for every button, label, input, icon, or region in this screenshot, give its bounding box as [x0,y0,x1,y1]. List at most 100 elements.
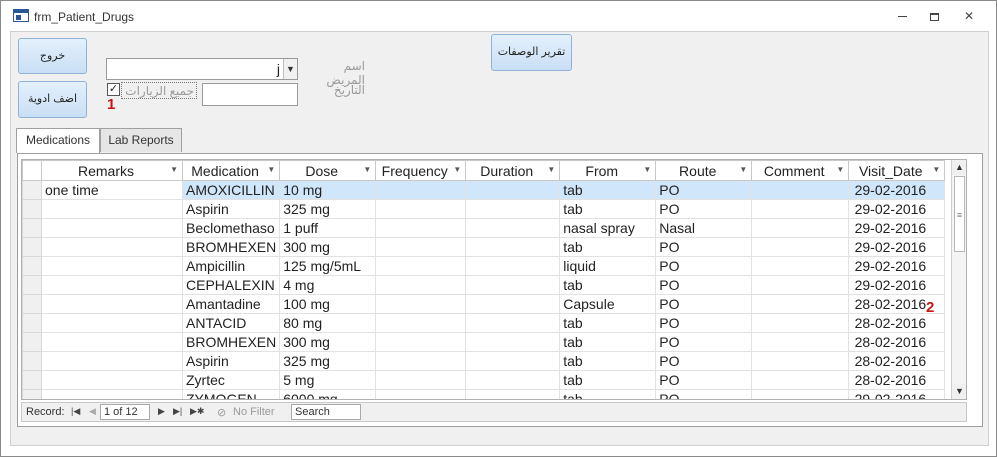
patient-name-combo[interactable]: j ▼ [106,58,298,80]
search-input[interactable]: Search [291,404,361,420]
cell-from[interactable]: tab [559,237,657,257]
cell-frequency[interactable] [375,218,467,238]
cell-duration[interactable] [465,294,561,314]
cell-duration[interactable] [465,389,561,399]
table-row[interactable]: Aspirin 325 mg tab PO 28-02-2016 [22,351,946,371]
cell-remarks[interactable] [41,218,183,238]
cell-from[interactable]: liquid [559,256,657,276]
cell-comment[interactable] [751,275,850,295]
cell-duration[interactable] [465,313,561,333]
row-selector[interactable] [22,370,42,390]
col-header-frequency[interactable]: Frequency ▼ [375,160,467,181]
scroll-thumb[interactable]: ≡ [954,176,965,252]
cell-remarks[interactable] [41,275,183,295]
table-row[interactable]: BROMHEXEN 300 mg tab PO 28-02-2016 [22,332,946,352]
col-header-comment[interactable]: Comment ▼ [751,160,850,181]
add-drugs-button[interactable]: اضف ادوية [18,81,87,118]
cell-medication[interactable]: Beclomethaso [181,218,281,238]
cell-remarks[interactable]: one time [41,180,183,200]
current-record-field[interactable]: 1 of 12 [100,404,150,420]
cell-visit-date[interactable]: 29-02-2016 [848,256,946,276]
cell-dose[interactable]: 1 puff [279,218,377,238]
col-header-medication[interactable]: Medication ▼ [181,160,281,181]
cell-dose[interactable]: 5 mg [279,370,377,390]
cell-dose[interactable]: 4 mg [279,275,377,295]
cell-visit-date[interactable]: 29-02-2016 [848,389,946,399]
col-header-remarks[interactable]: Remarks ▼ [41,160,183,181]
cell-frequency[interactable] [375,332,467,352]
cell-remarks[interactable] [41,199,183,219]
cell-medication[interactable]: Aspirin [181,351,281,371]
col-header-route[interactable]: Route ▼ [655,160,753,181]
cell-dose[interactable]: 10 mg [279,180,377,200]
row-selector[interactable] [22,237,42,257]
table-row[interactable]: BROMHEXEN 300 mg tab PO 29-02-2016 [22,237,946,257]
maximize-button[interactable] [919,5,949,27]
cell-duration[interactable] [465,218,561,238]
cell-route[interactable]: Nasal [655,218,753,238]
cell-duration[interactable] [465,351,561,371]
cell-from[interactable]: tab [559,370,657,390]
cell-medication[interactable]: Zyrtec [181,370,281,390]
col-header-dose[interactable]: Dose ▼ [279,160,377,181]
row-selector[interactable] [22,313,42,333]
cell-dose[interactable]: 300 mg [279,237,377,257]
cell-duration[interactable] [465,199,561,219]
cell-from[interactable]: Capsule [559,294,657,314]
cell-route[interactable]: PO [655,237,753,257]
close-button[interactable]: ✕ [954,5,984,27]
cell-medication[interactable]: Aspirin [181,199,281,219]
cell-medication[interactable]: ANTACID [181,313,281,333]
all-visits-checkbox[interactable]: ✓ [107,83,120,96]
col-header-visit-date[interactable]: Visit_Date ▼ [848,160,946,181]
cell-comment[interactable] [751,199,850,219]
cell-duration[interactable] [465,180,561,200]
cell-route[interactable]: PO [655,199,753,219]
table-row[interactable]: Amantadine 100 mg Capsule PO 28-02-2016 [22,294,946,314]
cell-visit-date[interactable]: 28-02-2016 [848,313,946,333]
table-row[interactable]: Ampicillin 125 mg/5mL liquid PO 29-02-2016 [22,256,946,276]
cell-visit-date[interactable]: 29-02-2016 [848,180,946,200]
cell-comment[interactable] [751,313,850,333]
cell-route[interactable]: PO [655,256,753,276]
row-selector[interactable] [22,275,42,295]
cell-visit-date[interactable]: 29-02-2016 [848,275,946,295]
row-selector[interactable] [22,294,42,314]
first-record-icon[interactable]: |◀ [71,406,80,417]
cell-visit-date[interactable]: 29-02-2016 [848,237,946,257]
scroll-up-icon[interactable]: ▲ [952,160,966,175]
no-filter-button[interactable]: No Filter [233,406,275,418]
cell-comment[interactable] [751,218,850,238]
cell-frequency[interactable] [375,199,467,219]
cell-remarks[interactable] [41,313,183,333]
vertical-scrollbar[interactable]: ▲ ≡ ▼ [951,160,966,399]
cell-frequency[interactable] [375,351,467,371]
cell-visit-date[interactable]: 28-02-2016 [848,370,946,390]
cell-medication[interactable]: CEPHALEXIN [181,275,281,295]
cell-dose[interactable]: 325 mg [279,199,377,219]
tab-lab-reports[interactable]: Lab Reports [100,128,182,152]
cell-frequency[interactable] [375,294,467,314]
table-row[interactable]: one time AMOXICILLIN 10 mg tab PO 29-02-2016 [22,180,946,200]
cell-medication[interactable]: AMOXICILLIN [181,180,281,200]
row-selector[interactable] [22,199,42,219]
last-record-icon[interactable]: ▶| [173,406,182,417]
table-row[interactable]: CEPHALEXIN 4 mg tab PO 29-02-2016 [22,275,946,295]
cell-duration[interactable] [465,237,561,257]
cell-medication[interactable]: BROMHEXEN [181,237,281,257]
cell-comment[interactable] [751,294,850,314]
row-selector[interactable] [22,256,42,276]
cell-visit-date[interactable]: 29-02-2016 [848,218,946,238]
cell-visit-date[interactable]: 28-02-2016 [848,332,946,352]
cell-remarks[interactable] [41,332,183,352]
cell-from[interactable]: tab [559,313,657,333]
select-all-corner[interactable] [22,160,42,181]
cell-comment[interactable] [751,237,850,257]
cell-from[interactable]: tab [559,389,657,399]
cell-remarks[interactable] [41,389,183,399]
cell-medication[interactable]: Amantadine [181,294,281,314]
cell-comment[interactable] [751,332,850,352]
cell-remarks[interactable] [41,256,183,276]
cell-dose[interactable]: 6000 mg [279,389,377,399]
cell-route[interactable]: PO [655,294,753,314]
